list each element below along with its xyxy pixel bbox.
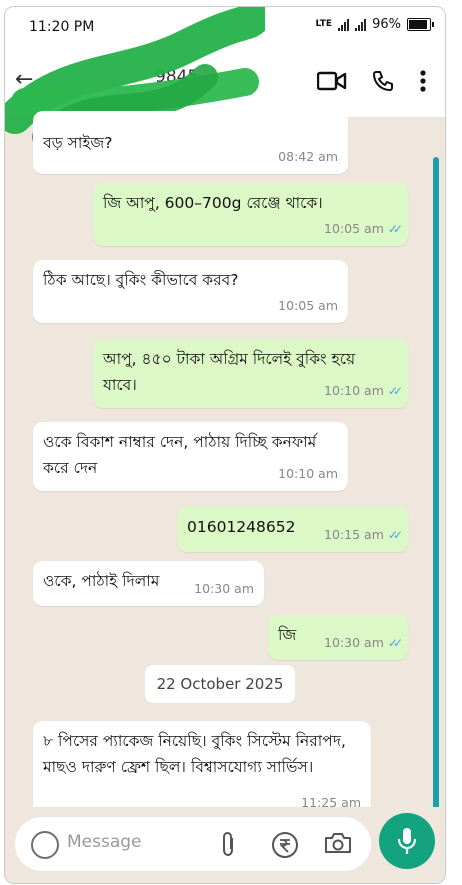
- message-out[interactable]: আপু, ৪৫০ টাকা অগ্রিম দিলেই বুকিং হয়ে যা…: [93, 339, 408, 408]
- message-meta: 10:05 am: [278, 293, 338, 319]
- message-text: জি আপু, 600–700g রেঞ্জে থাকে।: [103, 194, 323, 212]
- message-time: 10:30 am: [194, 581, 254, 596]
- contact-name[interactable]: 9845: [155, 67, 198, 87]
- message-text: ঠিক আছে। বুকিং কীভাবে করব?: [43, 271, 239, 289]
- mic-button[interactable]: [379, 813, 435, 869]
- message-out[interactable]: জি আপু, 600–700g রেঞ্জে থাকে। 10:05 am ✓✓: [93, 183, 408, 246]
- message-input[interactable]: Message: [15, 817, 371, 871]
- more-options-icon[interactable]: [419, 69, 427, 93]
- voice-call-icon[interactable]: [371, 69, 395, 93]
- payment-icon[interactable]: [271, 831, 299, 864]
- message-text: ৮ পিসের প্যাকেজ নিয়েছি। বুকিং সিস্টেম ন…: [43, 732, 346, 776]
- message-meta: 08:42 am: [278, 144, 338, 170]
- phone-frame: 11:20 PM LTE 96% ← 9845 বড় সাইজ? 08:42 …: [4, 6, 446, 884]
- read-ticks-icon: ✓✓: [387, 384, 403, 398]
- message-in[interactable]: ওকে বিকাশ নাম্বার দেন, পাঠায় দিচ্ছি কনফ…: [33, 422, 348, 491]
- camera-icon[interactable]: [323, 831, 353, 860]
- chat-header: ← 9845: [5, 7, 445, 150]
- message-meta: 10:30 am: [194, 576, 254, 602]
- status-icons: LTE 96%: [315, 17, 434, 32]
- message-out[interactable]: জি 10:30 am ✓✓: [268, 615, 408, 660]
- mic-icon: [397, 828, 417, 854]
- header-actions: [317, 69, 427, 93]
- chat-area[interactable]: বড় সাইজ? 08:42 am জি আপু, 600–700g রেঞ্…: [5, 111, 445, 827]
- message-in[interactable]: ৮ পিসের প্যাকেজ নিয়েছি। বুকিং সিস্টেম ন…: [33, 721, 371, 820]
- message-time: 10:10 am: [278, 466, 338, 481]
- signal-icon-2: [355, 18, 367, 31]
- message-time: 08:42 am: [278, 149, 338, 164]
- battery-icon: [407, 18, 434, 31]
- message-time: 10:05 am: [278, 298, 338, 313]
- date-divider: 22 October 2025: [145, 665, 295, 703]
- message-meta: 10:10 am: [278, 461, 338, 487]
- back-arrow-icon[interactable]: ←: [15, 67, 33, 92]
- message-in[interactable]: ওকে, পাঠাই দিলাম 10:30 am: [33, 561, 264, 606]
- read-ticks-icon: ✓✓: [387, 636, 403, 650]
- message-in[interactable]: বড় সাইজ? 08:42 am: [33, 111, 348, 174]
- attach-icon[interactable]: [219, 831, 237, 862]
- message-meta: 10:05 am ✓✓: [324, 216, 403, 242]
- status-time: 11:20 PM: [29, 19, 95, 35]
- read-ticks-icon: ✓✓: [387, 528, 403, 542]
- message-in[interactable]: ঠিক আছে। বুকিং কীভাবে করব? 10:05 am: [33, 260, 348, 323]
- message-meta: 10:10 am ✓✓: [324, 378, 403, 404]
- message-time: 10:10 am: [324, 383, 384, 398]
- video-call-icon[interactable]: [317, 70, 347, 92]
- signal-icon: [338, 18, 350, 31]
- message-time: 10:05 am: [324, 221, 384, 236]
- network-label: LTE: [315, 19, 333, 29]
- battery-percent: 96%: [372, 17, 401, 32]
- message-placeholder: Message: [67, 832, 142, 852]
- scrollbar[interactable]: [433, 157, 439, 827]
- composer-bar: Message: [5, 807, 445, 883]
- status-bar: 11:20 PM LTE 96%: [5, 7, 445, 47]
- message-time: 10:30 am: [324, 635, 384, 650]
- message-meta: 10:15 am ✓✓: [324, 522, 403, 548]
- message-meta: 10:30 am ✓✓: [324, 630, 403, 656]
- message-time: 10:15 am: [324, 527, 384, 542]
- read-ticks-icon: ✓✓: [387, 222, 403, 236]
- message-out[interactable]: 01601248652 10:15 am ✓✓: [177, 507, 408, 552]
- emoji-icon[interactable]: [31, 831, 59, 859]
